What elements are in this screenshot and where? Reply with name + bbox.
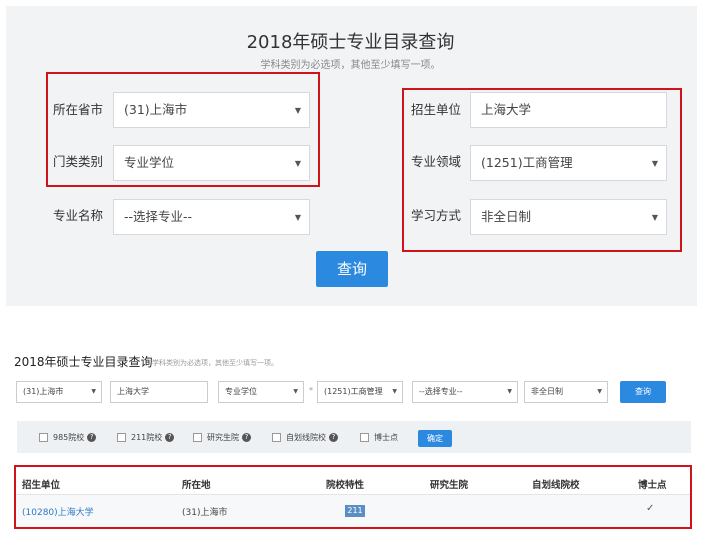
filter-211-label: 211院校 xyxy=(131,433,163,442)
checkbox-icon xyxy=(193,433,202,442)
help-icon[interactable]: ? xyxy=(165,433,175,442)
form-hint: 学科类别为必选项，其他至少填写一项。 xyxy=(260,60,441,71)
filter-self-line[interactable]: 自划线院校? xyxy=(272,432,338,444)
mode-select-compact-value: 非全日制 xyxy=(531,387,563,396)
results-table-highlight xyxy=(14,465,692,529)
chevron-down-icon: ▼ xyxy=(91,388,96,395)
category-select-compact-value: 专业学位 xyxy=(225,387,257,396)
query-button[interactable]: 查询 xyxy=(316,251,388,287)
results-page-title: 2018年硕士专业目录查询 xyxy=(14,355,153,369)
province-select-compact[interactable]: (31)上海市 ▼ xyxy=(16,381,102,403)
checkbox-icon xyxy=(117,433,126,442)
help-icon[interactable]: ? xyxy=(242,433,251,442)
cell-location: (31)上海市 xyxy=(182,508,228,518)
filter-985[interactable]: 985院校? xyxy=(39,432,97,444)
checkbox-icon xyxy=(360,433,369,442)
page-title: 2018年硕士专业目录查询 xyxy=(246,32,455,53)
col-header-school: 招生单位 xyxy=(22,480,61,491)
major-select-value: --选择专业-- xyxy=(124,209,193,224)
school-link[interactable]: (10280)上海大学 xyxy=(22,505,94,518)
checkbox-icon xyxy=(272,433,281,442)
field-select-compact-value: (1251)工商管理 xyxy=(324,387,383,396)
col-header-feature: 院校特性 xyxy=(326,480,365,491)
filter-grad-school-label: 研究生院 xyxy=(207,433,239,442)
chevron-down-icon: ▼ xyxy=(294,213,301,222)
province-select-compact-value: (31)上海市 xyxy=(23,387,64,396)
col-header-phd: 博士点 xyxy=(638,480,667,491)
results-form-hint: 学科类别为必选项，其他至少填写一项。 xyxy=(152,359,278,367)
filter-211[interactable]: 211院校? xyxy=(117,432,175,444)
chevron-down-icon: ▼ xyxy=(597,388,602,395)
help-icon[interactable]: ? xyxy=(329,433,338,442)
major-select[interactable]: --选择专业-- ▼ xyxy=(113,199,310,235)
help-icon[interactable]: ? xyxy=(87,433,97,442)
chevron-down-icon: ▼ xyxy=(293,388,298,395)
check-icon: ✓ xyxy=(646,503,655,514)
school-input-compact-value: 上海大学 xyxy=(117,387,149,396)
filter-self-line-label: 自划线院校 xyxy=(286,433,326,442)
major-select-compact[interactable]: --选择专业-- ▼ xyxy=(412,381,518,403)
chevron-down-icon: ▼ xyxy=(507,388,512,395)
filter-grad-school[interactable]: 研究生院? xyxy=(193,432,251,444)
highlight-box-right xyxy=(402,88,682,252)
required-star: * xyxy=(309,386,313,395)
chevron-down-icon: ▼ xyxy=(392,388,397,395)
col-header-location: 所在地 xyxy=(182,480,211,491)
col-header-self-line: 自划线院校 xyxy=(532,480,580,491)
filter-phd[interactable]: 博士点 xyxy=(360,432,398,444)
mode-select-compact[interactable]: 非全日制 ▼ xyxy=(524,381,608,403)
major-select-compact-value: --选择专业-- xyxy=(419,387,463,396)
school-input-compact[interactable]: 上海大学 xyxy=(110,381,208,403)
category-select-compact[interactable]: 专业学位 ▼ xyxy=(218,381,304,403)
highlight-box-left xyxy=(46,72,320,187)
filter-phd-label: 博士点 xyxy=(374,433,398,442)
checkbox-icon xyxy=(39,433,48,442)
confirm-button[interactable]: 确定 xyxy=(418,430,452,447)
badge-211: 211 xyxy=(345,505,365,517)
field-select-compact[interactable]: (1251)工商管理 ▼ xyxy=(317,381,403,403)
col-header-grad-school: 研究生院 xyxy=(430,480,469,491)
major-label: 专业名称 xyxy=(53,208,104,223)
filter-985-label: 985院校 xyxy=(53,433,85,442)
query-button-compact[interactable]: 查询 xyxy=(620,381,666,403)
